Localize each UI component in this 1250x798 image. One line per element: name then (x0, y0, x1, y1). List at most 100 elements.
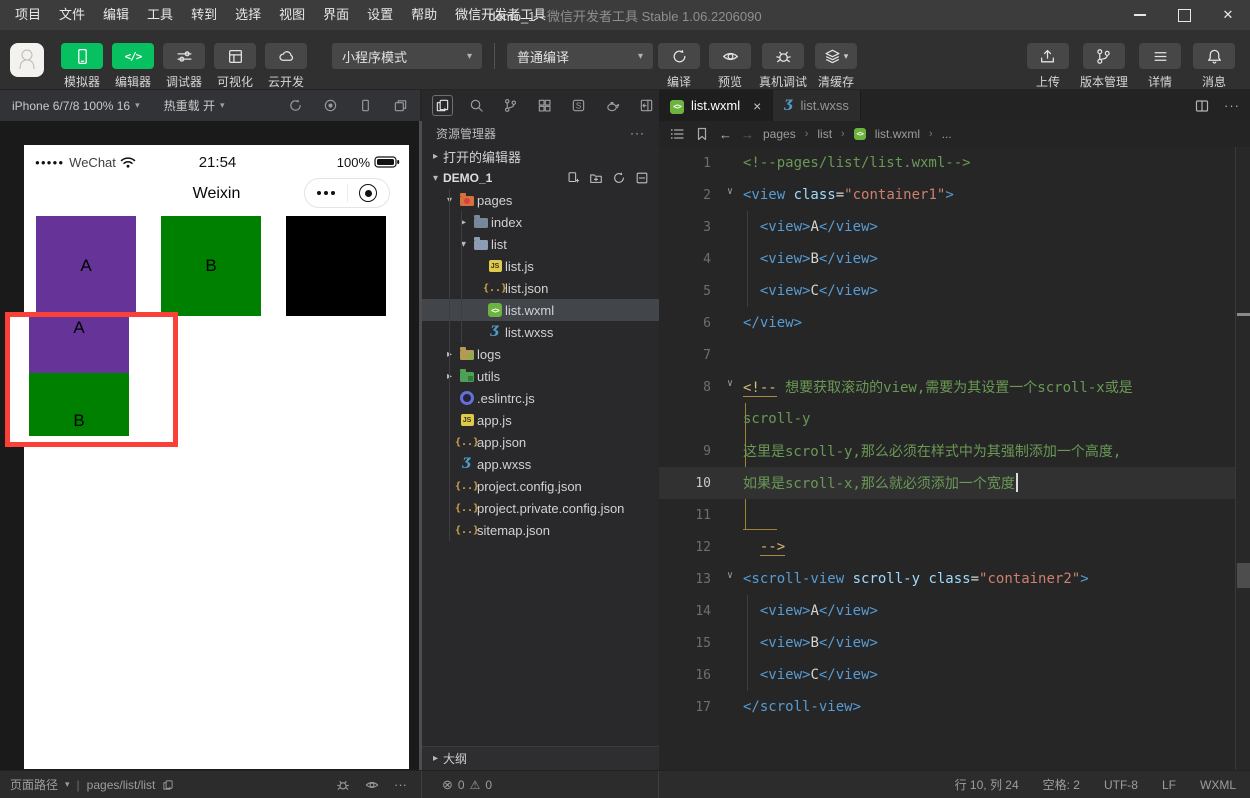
tree-item-list[interactable]: ▾list (422, 233, 659, 255)
tree-item-list.json[interactable]: {..}list.json (422, 277, 659, 299)
menu-选择[interactable]: 选择 (226, 0, 270, 30)
tree-item-.eslintrc.js[interactable]: .eslintrc.js (422, 387, 659, 409)
capsule-home-button[interactable] (348, 184, 390, 202)
toolbar-button-预览[interactable]: 预览 (708, 43, 752, 90)
fold-icon[interactable]: ∨ (717, 570, 743, 581)
preview-eye-icon[interactable] (365, 778, 379, 792)
tree-item-utils[interactable]: ▸utils (422, 365, 659, 387)
menu-设置[interactable]: 设置 (358, 0, 402, 30)
encoding-setting[interactable]: UTF-8 (1104, 778, 1138, 792)
editor-scrollbar[interactable] (1235, 147, 1250, 770)
tree-item-list.js[interactable]: JSlist.js (422, 255, 659, 277)
outline-toggle-icon[interactable] (669, 126, 685, 142)
code-line-10[interactable]: 10如果是scroll-x,那么就必须添加一个宽度 (659, 467, 1236, 499)
tree-item-app.wxss[interactable]: Ʒapp.wxss (422, 453, 659, 475)
code-line-12[interactable]: 12 --> (659, 531, 1236, 563)
tree-item-DEMO_1[interactable]: ▾DEMO_1 (422, 167, 659, 189)
page-path-select[interactable]: 页面路径 (10, 776, 58, 793)
tree-item-pages[interactable]: ▾pages (422, 189, 659, 211)
toolbar-button-版本管理[interactable]: 版本管理 (1080, 43, 1128, 90)
vconsole-icon[interactable] (336, 778, 350, 792)
collapse-all-icon[interactable] (635, 171, 649, 185)
tree-item-app.json[interactable]: {..}app.json (422, 431, 659, 453)
menu-工具[interactable]: 工具 (138, 0, 182, 30)
search-icon[interactable] (466, 95, 487, 116)
collapse-left-icon[interactable] (636, 95, 657, 116)
language-mode[interactable]: WXML (1200, 778, 1236, 792)
code-line-8[interactable]: 8∨<!-- 想要获取滚动的view,需要为其设置一个scroll-x或是 (659, 371, 1236, 403)
code-line-4[interactable]: 4 <view>B</view> (659, 243, 1236, 275)
breadcrumb-item-file[interactable]: list.wxml (875, 127, 920, 141)
new-folder-icon[interactable] (589, 171, 603, 185)
toolbar-button-消息[interactable]: 消息 (1192, 43, 1236, 90)
code-line-9[interactable]: 9这里是scroll-y,那么必须在样式中为其强制添加一个高度, (659, 435, 1236, 467)
blocks-icon[interactable] (534, 95, 555, 116)
toolbar-button-编辑器[interactable]: </>编辑器 (111, 43, 155, 90)
toolbar-button-上传[interactable]: 上传 (1026, 43, 1070, 90)
s-badge-icon[interactable]: S (568, 95, 589, 116)
menu-界面[interactable]: 界面 (314, 0, 358, 30)
tree-item-app.js[interactable]: JSapp.js (422, 409, 659, 431)
code-line-1[interactable]: 1<!--pages/list/list.wxml--> (659, 147, 1236, 179)
code-line-16[interactable]: 16 <view>C</view> (659, 659, 1236, 691)
toolbar-button-调试器[interactable]: 调试器 (162, 43, 206, 90)
files-icon[interactable] (432, 95, 453, 116)
avatar[interactable] (10, 43, 44, 77)
tab-list.wxss[interactable]: Ʒlist.wxss (773, 90, 861, 121)
toolbar-button-真机调试[interactable]: 真机调试 (759, 43, 807, 90)
menu-视图[interactable]: 视图 (270, 0, 314, 30)
device-select[interactable]: iPhone 6/7/8 100% 16 ▾ (12, 99, 140, 113)
breadcrumb-item-pages[interactable]: pages (763, 127, 796, 141)
toolbar-button-可视化[interactable]: 可视化 (213, 43, 257, 90)
scrollbar-thumb[interactable] (1237, 563, 1250, 588)
fold-icon[interactable]: ∨ (717, 186, 743, 197)
toolbar-button-清缓存[interactable]: ▾清缓存 (814, 43, 858, 90)
code-line-11[interactable]: 11 (659, 499, 1236, 531)
toolbar-button-详情[interactable]: 详情 (1138, 43, 1182, 90)
mode-select[interactable]: 小程序模式 ▾ (332, 43, 482, 69)
cursor-position[interactable]: 行 10, 列 24 (955, 776, 1019, 793)
menu-微信开发者工具[interactable]: 微信开发者工具 (446, 0, 555, 30)
code-line-2[interactable]: 2∨<view class="container1"> (659, 179, 1236, 211)
menu-帮助[interactable]: 帮助 (402, 0, 446, 30)
code-line-15[interactable]: 15 <view>B</view> (659, 627, 1236, 659)
scroll-view-container[interactable]: A B (5, 312, 178, 447)
menu-项目[interactable]: 项目 (6, 0, 50, 30)
breadcrumb-item-list[interactable]: list (817, 127, 832, 141)
tab-list.wxml[interactable]: <>list.wxml× (659, 90, 773, 121)
code-line-wrap[interactable]: scroll-y (659, 403, 1236, 435)
more-icon[interactable]: ··· (394, 778, 407, 791)
menu-编辑[interactable]: 编辑 (94, 0, 138, 30)
code-line-17[interactable]: 17</scroll-view> (659, 691, 1236, 723)
tree-item-index[interactable]: ▸index (422, 211, 659, 233)
windows-icon[interactable] (393, 98, 408, 113)
teapot-icon[interactable] (602, 95, 623, 116)
outline-section[interactable]: ▸ 大纲 (422, 746, 659, 770)
back-icon[interactable]: ← (719, 127, 732, 142)
toolbar-button-云开发[interactable]: 云开发 (264, 43, 308, 90)
tree-item-project.private.config.json[interactable]: {..}project.private.config.json (422, 497, 659, 519)
phone-mini-icon[interactable] (358, 98, 373, 113)
close-button[interactable]: ✕ (1206, 0, 1250, 30)
code-line-7[interactable]: 7 (659, 339, 1236, 371)
hot-reload-toggle[interactable]: 热重载 开 ▾ (164, 97, 225, 114)
branch-sm-icon[interactable] (500, 95, 521, 116)
tree-item-list.wxml[interactable]: <>list.wxml (422, 299, 659, 321)
tree-item-logs[interactable]: ▸logs (422, 343, 659, 365)
page-path-value[interactable]: pages/list/list (87, 778, 156, 792)
fold-icon[interactable]: ∨ (717, 378, 743, 389)
code-editor[interactable]: 1<!--pages/list/list.wxml-->2∨<view clas… (659, 147, 1236, 770)
close-tab-icon[interactable]: × (753, 98, 761, 114)
editor-more-icon[interactable]: ··· (1224, 98, 1240, 113)
tree-item-打开的编辑器[interactable]: ▸打开的编辑器 (422, 145, 659, 167)
code-line-14[interactable]: 14 <view>A</view> (659, 595, 1236, 627)
tree-item-sitemap.json[interactable]: {..}sitemap.json (422, 519, 659, 541)
capsule-more-button[interactable] (305, 191, 347, 195)
indent-setting[interactable]: 空格: 2 (1043, 776, 1080, 793)
code-line-5[interactable]: 5 <view>C</view> (659, 275, 1236, 307)
menu-转到[interactable]: 转到 (182, 0, 226, 30)
explorer-more-icon[interactable]: ··· (630, 126, 645, 140)
split-editor-icon[interactable] (1194, 98, 1210, 114)
new-file-icon[interactable] (566, 171, 580, 185)
tree-item-project.config.json[interactable]: {..}project.config.json (422, 475, 659, 497)
